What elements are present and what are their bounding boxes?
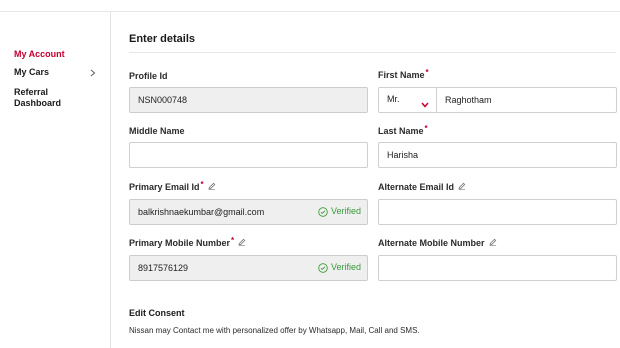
chevron-right-icon[interactable] [90, 69, 98, 79]
last-name-label: Last Name* [378, 124, 428, 137]
sidebar-item-dashboard[interactable]: Dashboard [14, 98, 61, 109]
pencil-icon[interactable] [208, 182, 216, 193]
primary-email-label-text: Primary Email Id [129, 182, 200, 192]
salutation-select[interactable]: Mr. [379, 88, 437, 112]
sidebar-item-my-account[interactable]: My Account [14, 49, 65, 60]
last-name-input[interactable]: Harisha [378, 142, 617, 168]
primary-mobile-value: 8917576129 [138, 263, 189, 273]
pencil-icon[interactable] [458, 182, 466, 193]
top-header-bar [0, 0, 620, 12]
required-marker: * [231, 236, 235, 245]
alternate-mobile-label-text: Alternate Mobile Number [378, 238, 485, 248]
middle-name-label: Middle Name [129, 126, 185, 137]
first-name-input[interactable]: Raghotham [445, 95, 492, 106]
divider [129, 52, 616, 53]
last-name-value: Harisha [387, 150, 419, 160]
sidebar-item-referral[interactable]: Referral [14, 87, 48, 98]
primary-mobile-label: Primary Mobile Number* [129, 236, 246, 249]
consent-text: Nissan may Contact me with personalized … [129, 326, 420, 335]
first-name-label: First Name* [378, 68, 429, 81]
check-circle-icon [318, 262, 328, 273]
profile-id-label: Profile Id [129, 71, 168, 82]
alternate-email-label: Alternate Email Id [378, 182, 466, 193]
verified-text: Verified [330, 262, 361, 272]
salutation-value: Mr. [387, 94, 400, 104]
alternate-email-label-text: Alternate Email Id [378, 182, 455, 192]
profile-id-field: NSN000748 [129, 87, 368, 113]
page-title: Enter details [129, 33, 196, 45]
primary-mobile-label-text: Primary Mobile Number [129, 238, 231, 248]
primary-email-field: balkrishnaekumbar@gmail.com Verified [129, 199, 368, 225]
alternate-email-input[interactable] [378, 199, 617, 225]
primary-email-label: Primary Email Id* [129, 180, 216, 193]
verified-badge: Verified [318, 262, 361, 273]
middle-name-input[interactable] [129, 142, 368, 168]
first-name-label-text: First Name [378, 70, 425, 80]
last-name-label-text: Last Name [378, 126, 424, 136]
required-marker: * [200, 180, 204, 189]
profile-id-label-text: Profile Id [129, 71, 168, 81]
middle-name-label-text: Middle Name [129, 126, 185, 136]
account-sidebar: My Account My Cars Referral Dashboard [0, 12, 111, 348]
required-marker: * [424, 124, 428, 133]
chevron-down-icon [421, 95, 429, 113]
sidebar-item-my-cars[interactable]: My Cars [14, 67, 49, 78]
alternate-mobile-label: Alternate Mobile Number [378, 238, 497, 249]
alternate-mobile-input[interactable] [378, 255, 617, 281]
verified-badge: Verified [318, 206, 361, 217]
required-marker: * [425, 68, 429, 77]
pencil-icon[interactable] [489, 238, 497, 249]
verified-text: Verified [330, 206, 361, 216]
primary-mobile-field: 8917576129 Verified [129, 255, 368, 281]
profile-id-value: NSN000748 [138, 95, 188, 105]
first-name-field: Mr. Raghotham [378, 87, 617, 113]
check-circle-icon [318, 206, 328, 217]
pencil-icon[interactable] [238, 238, 246, 249]
primary-email-value: balkrishnaekumbar@gmail.com [138, 207, 265, 217]
consent-title: Edit Consent [129, 308, 185, 318]
